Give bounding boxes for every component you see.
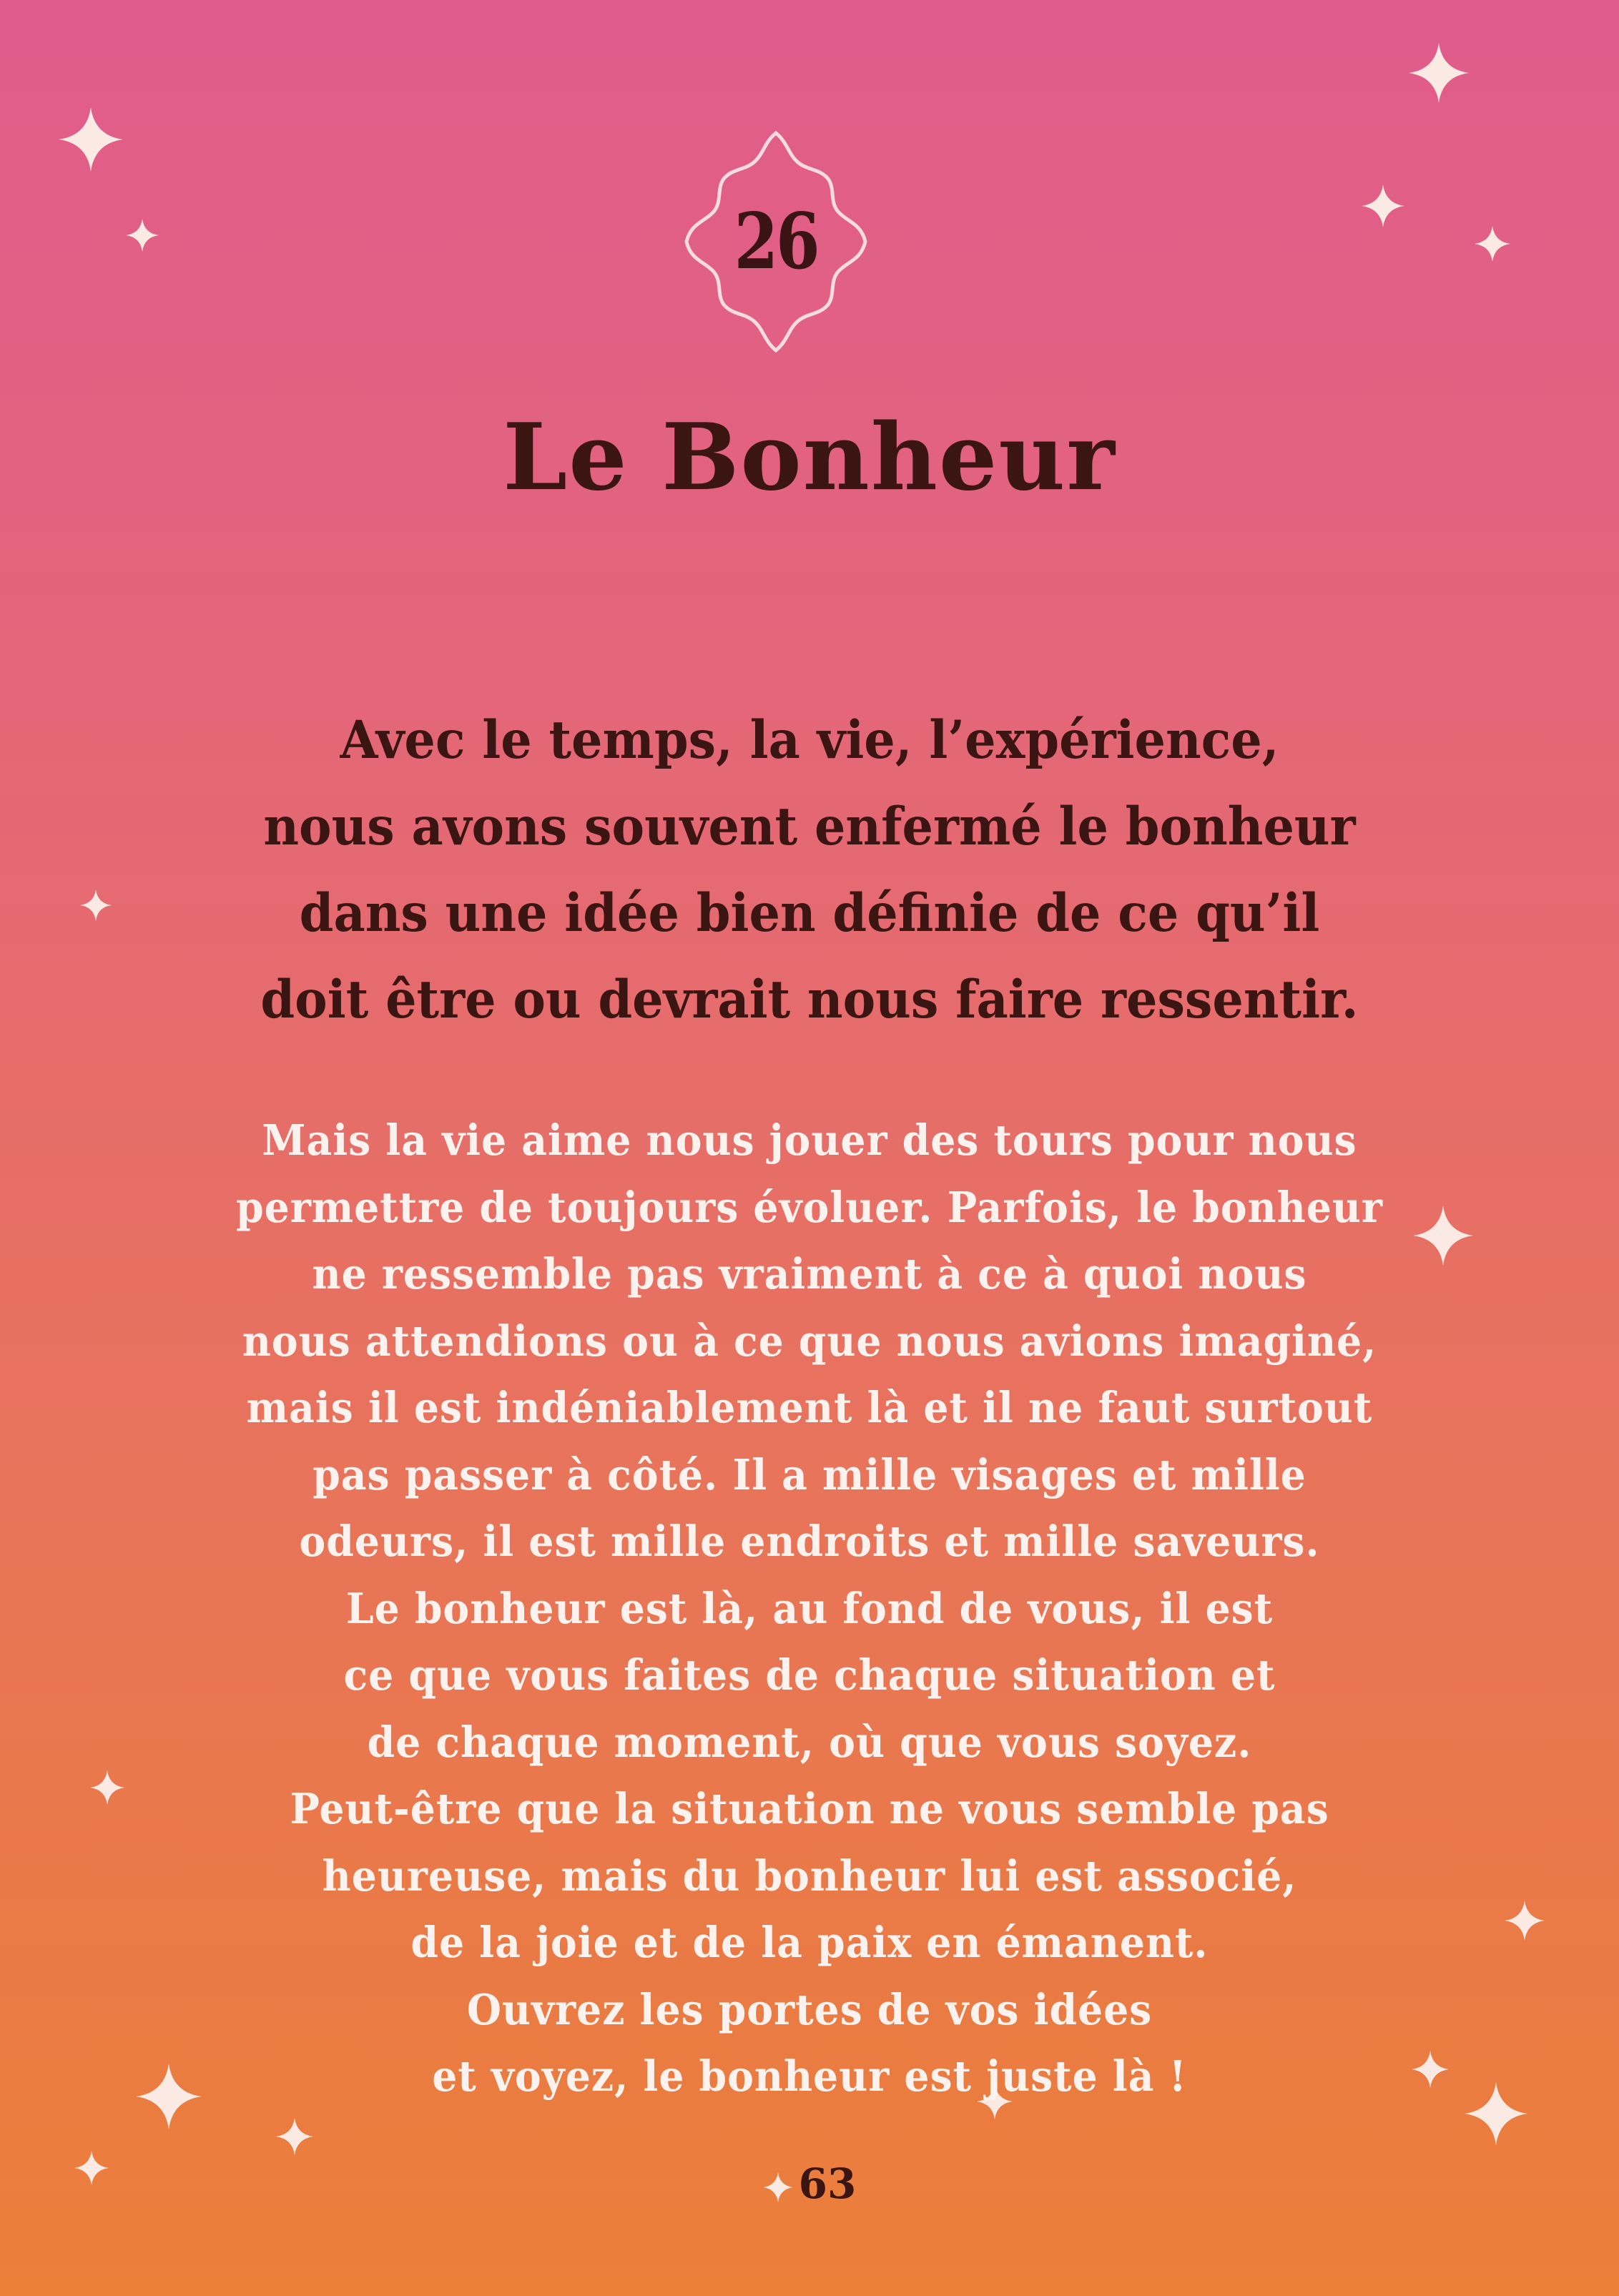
body-paragraph: Mais la vie aime nous jouer des tours po… <box>0 1107 1619 2110</box>
intro-line: doit être ou devrait nous faire ressenti… <box>260 969 1359 1030</box>
body-line: de la joie et de la paix en émanent. <box>410 1918 1209 1967</box>
sparkle-icon <box>1409 43 1469 103</box>
intro-line: Avec le temps, la vie, l’expérience, <box>340 709 1279 771</box>
body-line: Peut-être que la situation ne vous sembl… <box>290 1784 1329 1833</box>
body-line: ce que vous faites de chaque situation e… <box>343 1650 1276 1700</box>
body-line: Ouvrez les portes de vos idées <box>466 1984 1153 2034</box>
body-line: Le bonheur est là, au fond de vous, il e… <box>345 1583 1274 1633</box>
intro-line: dans une idée bien définie de ce qu’il <box>299 882 1320 944</box>
chapter-badge: 26 <box>681 127 871 356</box>
intro-line: nous avons souvent enfermé le bonheur <box>263 796 1356 857</box>
body-line: permettre de toujours évoluer. Parfois, … <box>236 1182 1383 1232</box>
body-line: heureuse, mais du bonheur lui est associ… <box>322 1851 1297 1901</box>
intro-paragraph: Avec le temps, la vie, l’expérience, nou… <box>0 697 1619 1043</box>
body-line: Mais la vie aime nous jouer des tours po… <box>262 1115 1357 1165</box>
body-line: et voyez, le bonheur est juste là ! <box>432 2051 1187 2101</box>
body-line: nous attendions ou à ce que nous avions … <box>242 1316 1377 1366</box>
sparkle-icon <box>59 107 123 172</box>
page-title: Le Bonheur <box>503 404 1116 511</box>
body-line: odeurs, il est mille endroits et mille s… <box>299 1517 1320 1566</box>
sparkle-icon <box>1475 226 1510 262</box>
page-number-value: 63 <box>798 2159 857 2208</box>
body-line: de chaque moment, où que vous soyez. <box>367 1717 1252 1767</box>
sparkle-icon <box>126 219 159 252</box>
sparkle-icon <box>762 2172 793 2202</box>
book-page: 26 Le Bonheur Avec le temps, la vie, l’e… <box>0 0 1619 2296</box>
chapter-number: 26 <box>734 197 820 287</box>
sparkle-icon <box>276 2118 313 2155</box>
sparkle-icon <box>1362 184 1404 227</box>
body-line: ne ressemble pas vraiment à ce à quoi no… <box>312 1249 1307 1299</box>
body-line: mais il est indéniablement là et il ne f… <box>246 1383 1373 1432</box>
body-line: pas passer à côté. Il a mille visages et… <box>313 1449 1306 1499</box>
page-number: 63 <box>0 2159 1619 2208</box>
